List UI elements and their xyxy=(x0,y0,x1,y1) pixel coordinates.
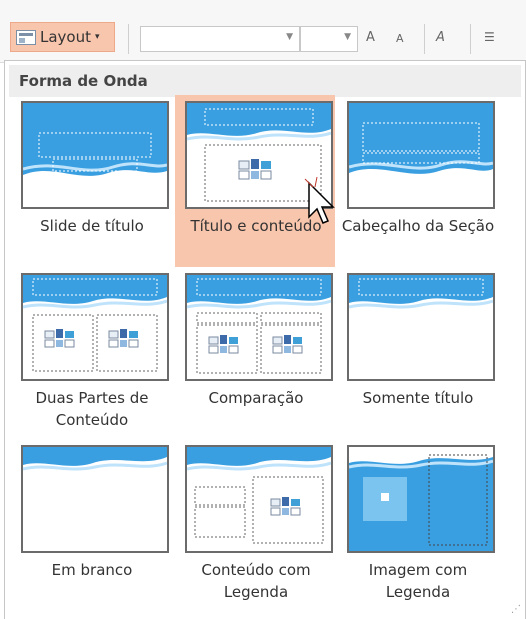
layout-label: Comparação xyxy=(208,389,304,407)
font-grow-icon[interactable]: A xyxy=(366,30,375,45)
layout-thumbnail xyxy=(185,273,333,381)
ribbon: Layout ▾ ▼ ▼ A A A ☰ xyxy=(0,0,526,63)
wave-background-icon xyxy=(349,275,493,379)
layout-label: Slide de título xyxy=(40,217,144,235)
chevron-down-icon: ▾ xyxy=(95,32,100,42)
gallery-theme-header: Forma de Onda xyxy=(9,65,521,97)
wave-background-icon xyxy=(23,275,167,379)
layout-label: Imagem com Legenda xyxy=(368,561,468,601)
wave-background-icon xyxy=(23,447,167,551)
content-placeholder-icon xyxy=(270,497,301,516)
ribbon-separator xyxy=(128,24,129,54)
layout-item-picture-with-caption[interactable]: Imagem com Legenda xyxy=(337,439,497,611)
layout-label: Somente título xyxy=(362,389,474,407)
layout-thumbnail xyxy=(21,445,169,553)
layout-thumbnail xyxy=(21,273,169,381)
layout-button[interactable]: Layout ▾ xyxy=(10,22,115,52)
layout-thumbnail xyxy=(21,101,169,209)
wave-background-icon xyxy=(349,103,493,207)
font-size-box[interactable]: ▼ xyxy=(300,26,358,52)
layout-thumbnail xyxy=(347,273,495,381)
layout-item-section-header[interactable]: Cabeçalho da Seção xyxy=(337,95,497,267)
font-name-box[interactable]: ▼ xyxy=(140,26,300,52)
ribbon-separator xyxy=(424,24,425,54)
layout-thumbnail xyxy=(347,101,495,209)
bullets-icon[interactable]: ☰ xyxy=(484,30,495,44)
wave-background-icon xyxy=(349,447,493,551)
wave-background-icon xyxy=(23,103,167,207)
layout-item-title-only[interactable]: Somente título xyxy=(337,267,497,439)
content-placeholder-icon xyxy=(238,159,272,180)
layout-label: Em branco xyxy=(51,561,133,579)
wave-background-icon xyxy=(187,275,331,379)
layout-gallery: Forma de Onda Slide de título Título e c… xyxy=(4,60,526,619)
layout-item-title-slide[interactable]: Slide de título xyxy=(11,95,171,267)
layout-button-label: Layout xyxy=(40,28,91,46)
clear-formatting-icon[interactable]: A xyxy=(436,30,445,45)
layout-item-content-with-caption[interactable]: Conteúdo com Legenda xyxy=(175,439,335,611)
ribbon-separator xyxy=(470,24,471,54)
layout-item-title-and-content[interactable]: Título e conteúdo xyxy=(175,95,335,267)
resize-grip-icon[interactable]: ⋰ xyxy=(511,604,521,615)
chevron-down-icon: ▼ xyxy=(286,32,293,42)
font-shrink-icon[interactable]: A xyxy=(396,32,404,45)
layout-label: Duas Partes de Conteúdo xyxy=(35,389,149,429)
layout-thumbnail xyxy=(347,445,495,553)
layout-item-two-content[interactable]: Duas Partes de Conteúdo xyxy=(11,267,171,439)
layout-item-blank[interactable]: Em branco xyxy=(11,439,171,611)
layout-label: Cabeçalho da Seção xyxy=(341,217,495,235)
layout-item-comparison[interactable]: Comparação xyxy=(175,267,335,439)
gallery-theme-title: Forma de Onda xyxy=(19,72,148,90)
layout-thumbnail xyxy=(185,445,333,553)
layout-icon xyxy=(16,29,36,45)
wave-background-icon xyxy=(187,447,331,551)
layout-label: Conteúdo com Legenda xyxy=(201,561,311,601)
chevron-down-icon: ▼ xyxy=(344,32,351,42)
